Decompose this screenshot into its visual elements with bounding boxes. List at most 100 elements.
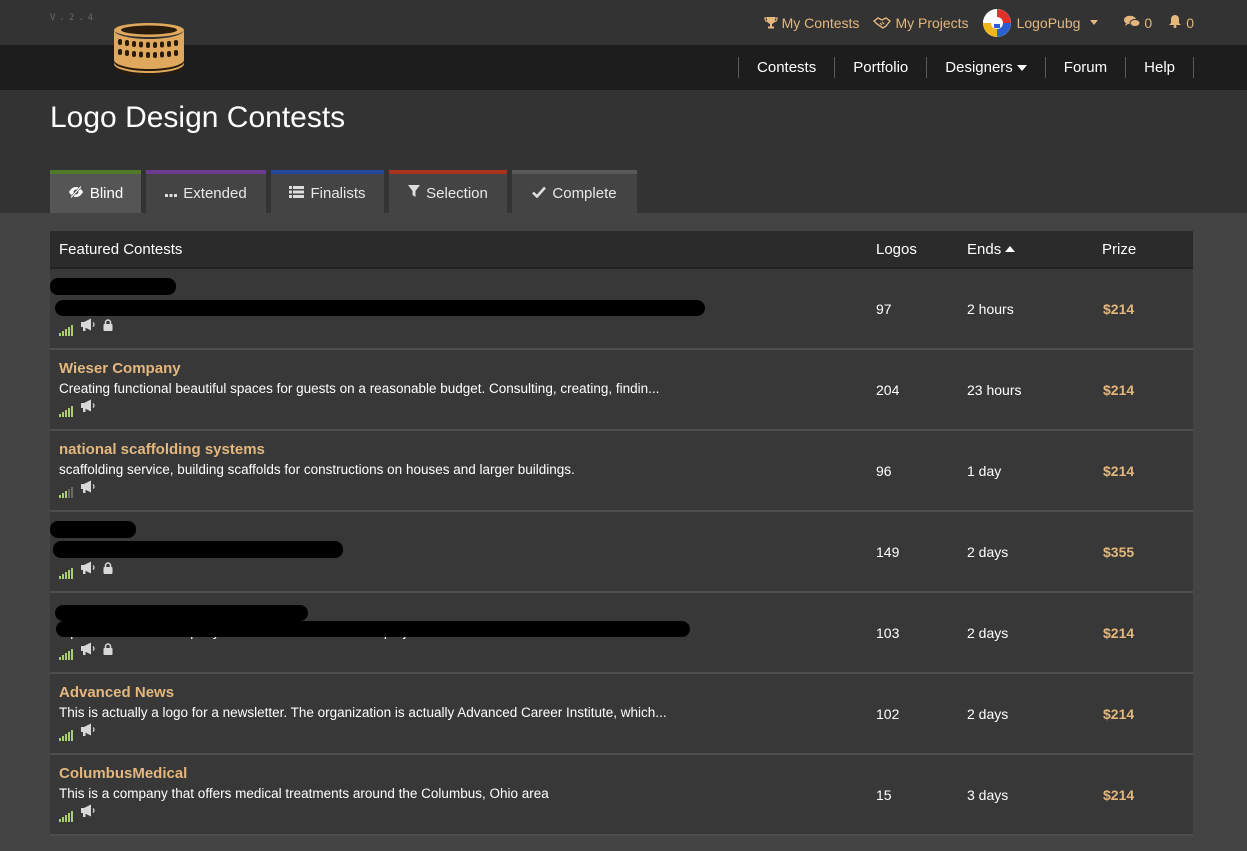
logo-count: 96	[876, 463, 892, 479]
signal-bars-icon	[59, 648, 73, 660]
nav-contests-label: Contests	[757, 59, 817, 76]
check-icon	[532, 185, 547, 202]
handshake-icon	[873, 16, 892, 30]
redaction-mark	[56, 621, 690, 637]
trophy-icon	[764, 16, 778, 30]
table-row[interactable]: ColumbusMedical This is a company that of…	[50, 755, 1193, 836]
redaction-mark	[55, 605, 308, 621]
signal-bars-icon	[59, 405, 73, 417]
column-header-prize[interactable]: Prize	[1102, 241, 1136, 258]
ellipsis-icon	[165, 185, 178, 202]
site-logo[interactable]	[108, 18, 190, 80]
messages-count: 0	[1144, 14, 1153, 31]
version-label: V.2.4	[50, 13, 98, 23]
nav-links: Contests Portfolio Designers Forum Help	[738, 45, 1194, 90]
my-projects-label: My Projects	[895, 14, 969, 31]
logo-count: 204	[876, 382, 900, 398]
notifications-count: 0	[1186, 14, 1194, 31]
signal-bars-icon	[59, 486, 73, 498]
table-row[interactable]: ...rose & wine boutique that has a well …	[50, 269, 1193, 350]
prize-amount: $214	[1103, 787, 1135, 803]
lock-icon	[103, 561, 113, 579]
bullhorn-icon	[80, 723, 96, 741]
logo-count: 149	[876, 544, 900, 560]
contest-icons	[59, 561, 113, 579]
page-header: Logo Design Contests Blind Extended Fina…	[0, 90, 1247, 213]
prize-amount: $214	[1103, 382, 1135, 398]
signal-bars-icon	[59, 567, 73, 579]
chevron-down-icon	[1090, 20, 1099, 25]
redaction-mark	[50, 278, 176, 295]
redaction-mark	[55, 300, 705, 316]
bullhorn-icon	[80, 480, 96, 498]
table-row[interactable]: Advanced News This is actually a logo for…	[50, 674, 1193, 755]
bullhorn-icon	[80, 642, 96, 660]
messages-counter[interactable]: 0	[1124, 15, 1152, 31]
nav-forum[interactable]: Forum	[1044, 57, 1125, 78]
my-contests-link[interactable]: My Contests	[764, 15, 859, 31]
contest-description: scaffolding service, building scaffolds …	[59, 462, 575, 477]
nav-forum-label: Forum	[1063, 59, 1108, 76]
tab-finalists[interactable]: Finalists	[271, 170, 384, 213]
tab-extended-label: Extended	[183, 185, 247, 202]
table-row[interactable]: ...pment services company that focuses o…	[50, 593, 1193, 674]
contest-title[interactable]: ColumbusMedical	[59, 765, 187, 782]
prize-amount: $214	[1103, 706, 1135, 722]
contest-title[interactable]: Wieser Company	[59, 360, 181, 377]
column-header-logos[interactable]: Logos	[876, 241, 917, 258]
avatar	[982, 8, 1011, 37]
table-row[interactable]: 149 2 days $355	[50, 512, 1193, 593]
ends-in: 2 days	[967, 706, 1009, 722]
table-header: Featured Contests Logos Ends Prize	[50, 231, 1193, 269]
nav-portfolio[interactable]: Portfolio	[834, 57, 926, 78]
bullhorn-icon	[80, 561, 96, 579]
table-row[interactable]: Wieser Company Creating functional beauti…	[50, 350, 1193, 431]
notifications-counter[interactable]: 0	[1168, 14, 1194, 31]
contest-icons	[59, 804, 96, 822]
contest-icons	[59, 318, 113, 336]
prize-amount: $355	[1103, 544, 1135, 560]
signal-bars-icon	[59, 810, 73, 822]
account-links: My Contests My Projects LogoPubg 0 0	[764, 0, 1194, 45]
contest-title[interactable]: Advanced News	[59, 684, 174, 701]
signal-bars-icon	[59, 324, 73, 336]
tab-blind[interactable]: Blind	[50, 170, 141, 213]
logo-count: 103	[876, 625, 900, 641]
prize-amount: $214	[1103, 463, 1135, 479]
colosseum-logo-icon	[114, 23, 184, 76]
ends-in: 1 day	[967, 463, 1002, 479]
my-projects-link[interactable]: My Projects	[873, 14, 969, 31]
contest-description: Creating functional beautiful spaces for…	[59, 381, 660, 396]
nav-designers[interactable]: Designers	[926, 57, 1045, 78]
redaction-mark	[50, 521, 136, 538]
list-icon	[289, 185, 305, 202]
contest-icons	[59, 399, 96, 417]
contest-icons	[59, 723, 96, 741]
eye-slash-icon	[68, 185, 84, 202]
bell-icon	[1168, 14, 1182, 31]
bullhorn-icon	[80, 804, 96, 822]
column-header-ends[interactable]: Ends	[967, 240, 1016, 258]
tab-complete-label: Complete	[552, 185, 617, 202]
nav-designers-label: Designers	[945, 59, 1013, 76]
contest-description: This is actually a logo for a newsletter…	[59, 705, 667, 720]
nav-help[interactable]: Help	[1125, 57, 1194, 78]
tab-extended[interactable]: Extended	[146, 170, 266, 213]
table-row[interactable]: national scaffolding systems scaffolding …	[50, 431, 1193, 512]
nav-contests[interactable]: Contests	[738, 57, 834, 78]
logo-count: 102	[876, 706, 900, 722]
tab-selection[interactable]: Selection	[389, 170, 507, 213]
tab-complete[interactable]: Complete	[512, 170, 637, 213]
page-title: Logo Design Contests	[50, 101, 346, 134]
contest-icons	[59, 480, 96, 498]
signal-bars-icon	[59, 729, 73, 741]
contest-title[interactable]: national scaffolding systems	[59, 441, 265, 458]
comments-icon	[1124, 15, 1141, 31]
nav-help-label: Help	[1144, 59, 1175, 76]
user-menu[interactable]: LogoPubg	[982, 8, 1099, 37]
ends-in: 3 days	[967, 787, 1009, 803]
sort-ascending-icon	[1005, 246, 1016, 252]
filter-icon	[408, 185, 421, 202]
column-header-ends-label: Ends	[967, 240, 1002, 258]
ends-in: 2 days	[967, 625, 1009, 641]
